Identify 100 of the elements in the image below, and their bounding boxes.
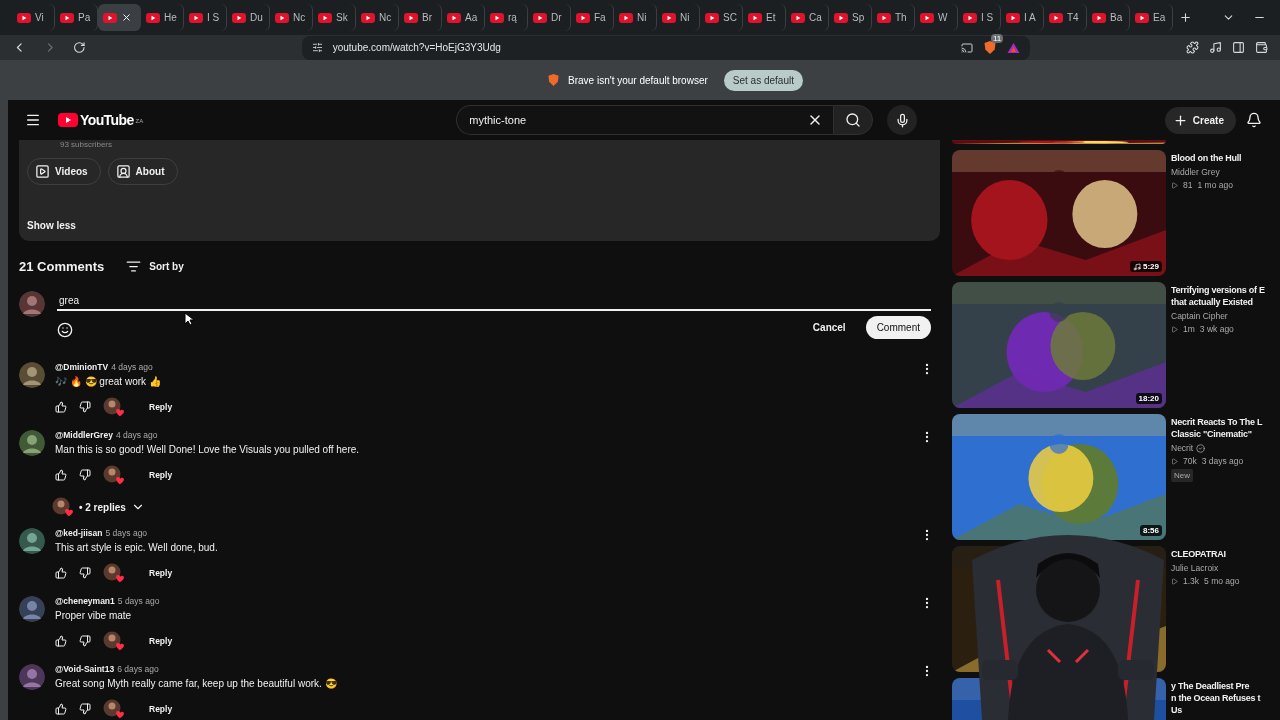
search-button[interactable] [833,105,874,135]
browser-tab[interactable]: Nc [356,4,399,31]
browser-tab[interactable]: I S [958,4,1001,31]
show-less-link[interactable]: Show less [27,220,932,231]
replies-button[interactable]: • 2 replies [52,497,942,517]
set-default-button[interactable]: Set as default [723,69,803,91]
video-title[interactable]: y The Deadliest Pre n the Ocean Refuses t Us [1171,680,1280,716]
browser-tab[interactable]: Du [227,4,270,31]
browser-tab[interactable]: Br [399,4,442,31]
sidebar-icon[interactable] [1232,41,1245,54]
reply-button[interactable]: Reply [149,402,173,412]
browser-tab[interactable]: T4 [1044,4,1087,31]
video-title[interactable]: CLEOPATRAI [1171,548,1280,560]
like-icon[interactable] [55,703,67,715]
creator-heart-icon [103,563,125,583]
channel-name[interactable]: Middler Grey [1171,167,1220,177]
browser-tab[interactable]: Vi [12,4,55,31]
search-field[interactable]: mythic-tone [456,105,797,135]
browser-tab[interactable]: SC [700,4,743,31]
reply-button[interactable]: Reply [149,636,173,646]
browser-tab[interactable]: Ni [657,4,700,31]
comment-time[interactable]: 4 days ago [115,430,158,440]
cancel-button[interactable]: Cancel [800,317,858,338]
emoji-icon[interactable] [57,321,73,338]
comment-author[interactable]: @Void-Saint13 [55,664,115,674]
comment-author[interactable]: @DminionTV [55,362,109,372]
voice-search-button[interactable] [887,105,918,135]
comment-time[interactable]: 5 days ago [105,528,148,538]
like-icon[interactable] [55,567,67,579]
upload-age: 3 wk ago [1199,324,1234,334]
reply-button[interactable]: Reply [149,470,173,480]
browser-tab[interactable] [98,4,141,31]
video-title[interactable]: Terrifying versions of E that actually Existed [1171,284,1280,308]
channel-name[interactable]: Necrit [1171,443,1194,453]
browser-tab[interactable]: Ea [1130,4,1173,31]
comment-button[interactable]: Comment [865,316,931,339]
browser-tab[interactable]: Sk [313,4,356,31]
avatar-icon [19,291,45,317]
like-icon[interactable] [55,469,67,481]
sort-button[interactable]: Sort by [126,259,184,274]
notifications-button[interactable] [1246,112,1262,128]
music-icon[interactable] [1209,41,1222,54]
comment-author[interactable]: @cheneyman1 [55,596,115,606]
avatar-icon [19,528,45,554]
browser-tab[interactable]: Sp [829,4,872,31]
browser-tab[interactable]: I A [1001,4,1044,31]
clear-search-button[interactable] [796,105,834,135]
dislike-icon[interactable] [79,635,91,647]
video-title[interactable]: Blood on the Hull [1171,152,1280,164]
browser-tab[interactable]: Pa [55,4,98,31]
channel-name[interactable]: Julie Lacroix [1171,563,1219,573]
reply-button[interactable]: Reply [149,704,173,714]
wallet-icon[interactable] [1255,41,1268,54]
new-badge: New [1171,469,1193,482]
browser-tab[interactable]: Fa [571,4,614,31]
dislike-icon[interactable] [79,567,91,579]
comment-author[interactable]: @ked-jiisan [55,528,103,538]
video-title[interactable]: Necrit Reacts To The L Classic "Cinematic" [1171,416,1280,440]
browser-tab[interactable]: I S [184,4,227,31]
dislike-icon[interactable] [79,469,91,481]
like-icon[interactable] [55,401,67,413]
reload-icon[interactable] [73,41,86,54]
channel-name[interactable]: Captain Cipher [1171,311,1228,321]
youtube-logo[interactable]: YouTube$^{ZA}$ [58,112,144,128]
new-tab-icon[interactable] [1179,11,1192,24]
comment-field[interactable]: grea [57,291,931,311]
browser-tab[interactable]: Et [743,4,786,31]
comment-time[interactable]: 6 days ago [117,664,159,674]
like-icon[interactable] [55,635,67,647]
site-settings-icon[interactable] [311,42,323,53]
close-icon[interactable] [121,12,132,23]
dislike-icon[interactable] [79,401,91,413]
dislike-icon[interactable] [79,703,91,715]
address-field[interactable]: youtube.com/watch?v=HoEjG3Y3Udg [332,42,951,53]
view-count: 1.3k [1183,576,1200,586]
rewards-icon[interactable] [1007,41,1020,54]
extensions-icon[interactable] [1186,41,1199,54]
browser-tab[interactable]: He [141,4,184,31]
youtube-favicon-icon [404,12,418,23]
comment-time[interactable]: 4 days ago [111,362,153,372]
cast-icon[interactable] [961,41,973,54]
browser-tab[interactable]: Ba [1087,4,1130,31]
reply-button[interactable]: Reply [149,568,173,578]
browser-tab[interactable]: Nc [270,4,313,31]
play-icon [1171,457,1178,465]
browser-tab[interactable]: rą [485,4,528,31]
creator-heart-icon [103,465,125,485]
browser-tab[interactable]: Ni [614,4,657,31]
browser-tab[interactable]: Th [872,4,915,31]
brave-shield-icon[interactable] [983,40,997,55]
browser-tab[interactable]: Ca [786,4,829,31]
youtube-favicon-icon [662,12,676,23]
comment-author[interactable]: @MiddlerGrey [55,430,113,440]
menu-icon[interactable] [25,112,41,128]
browser-tab[interactable]: Dr [528,4,571,31]
browser-tab[interactable]: W [915,4,958,31]
video-duration: 5:29 [1130,261,1162,272]
browser-tab[interactable]: Aa [442,4,485,31]
comment-time[interactable]: 5 days ago [117,596,160,606]
create-button[interactable]: Create [1164,106,1236,134]
